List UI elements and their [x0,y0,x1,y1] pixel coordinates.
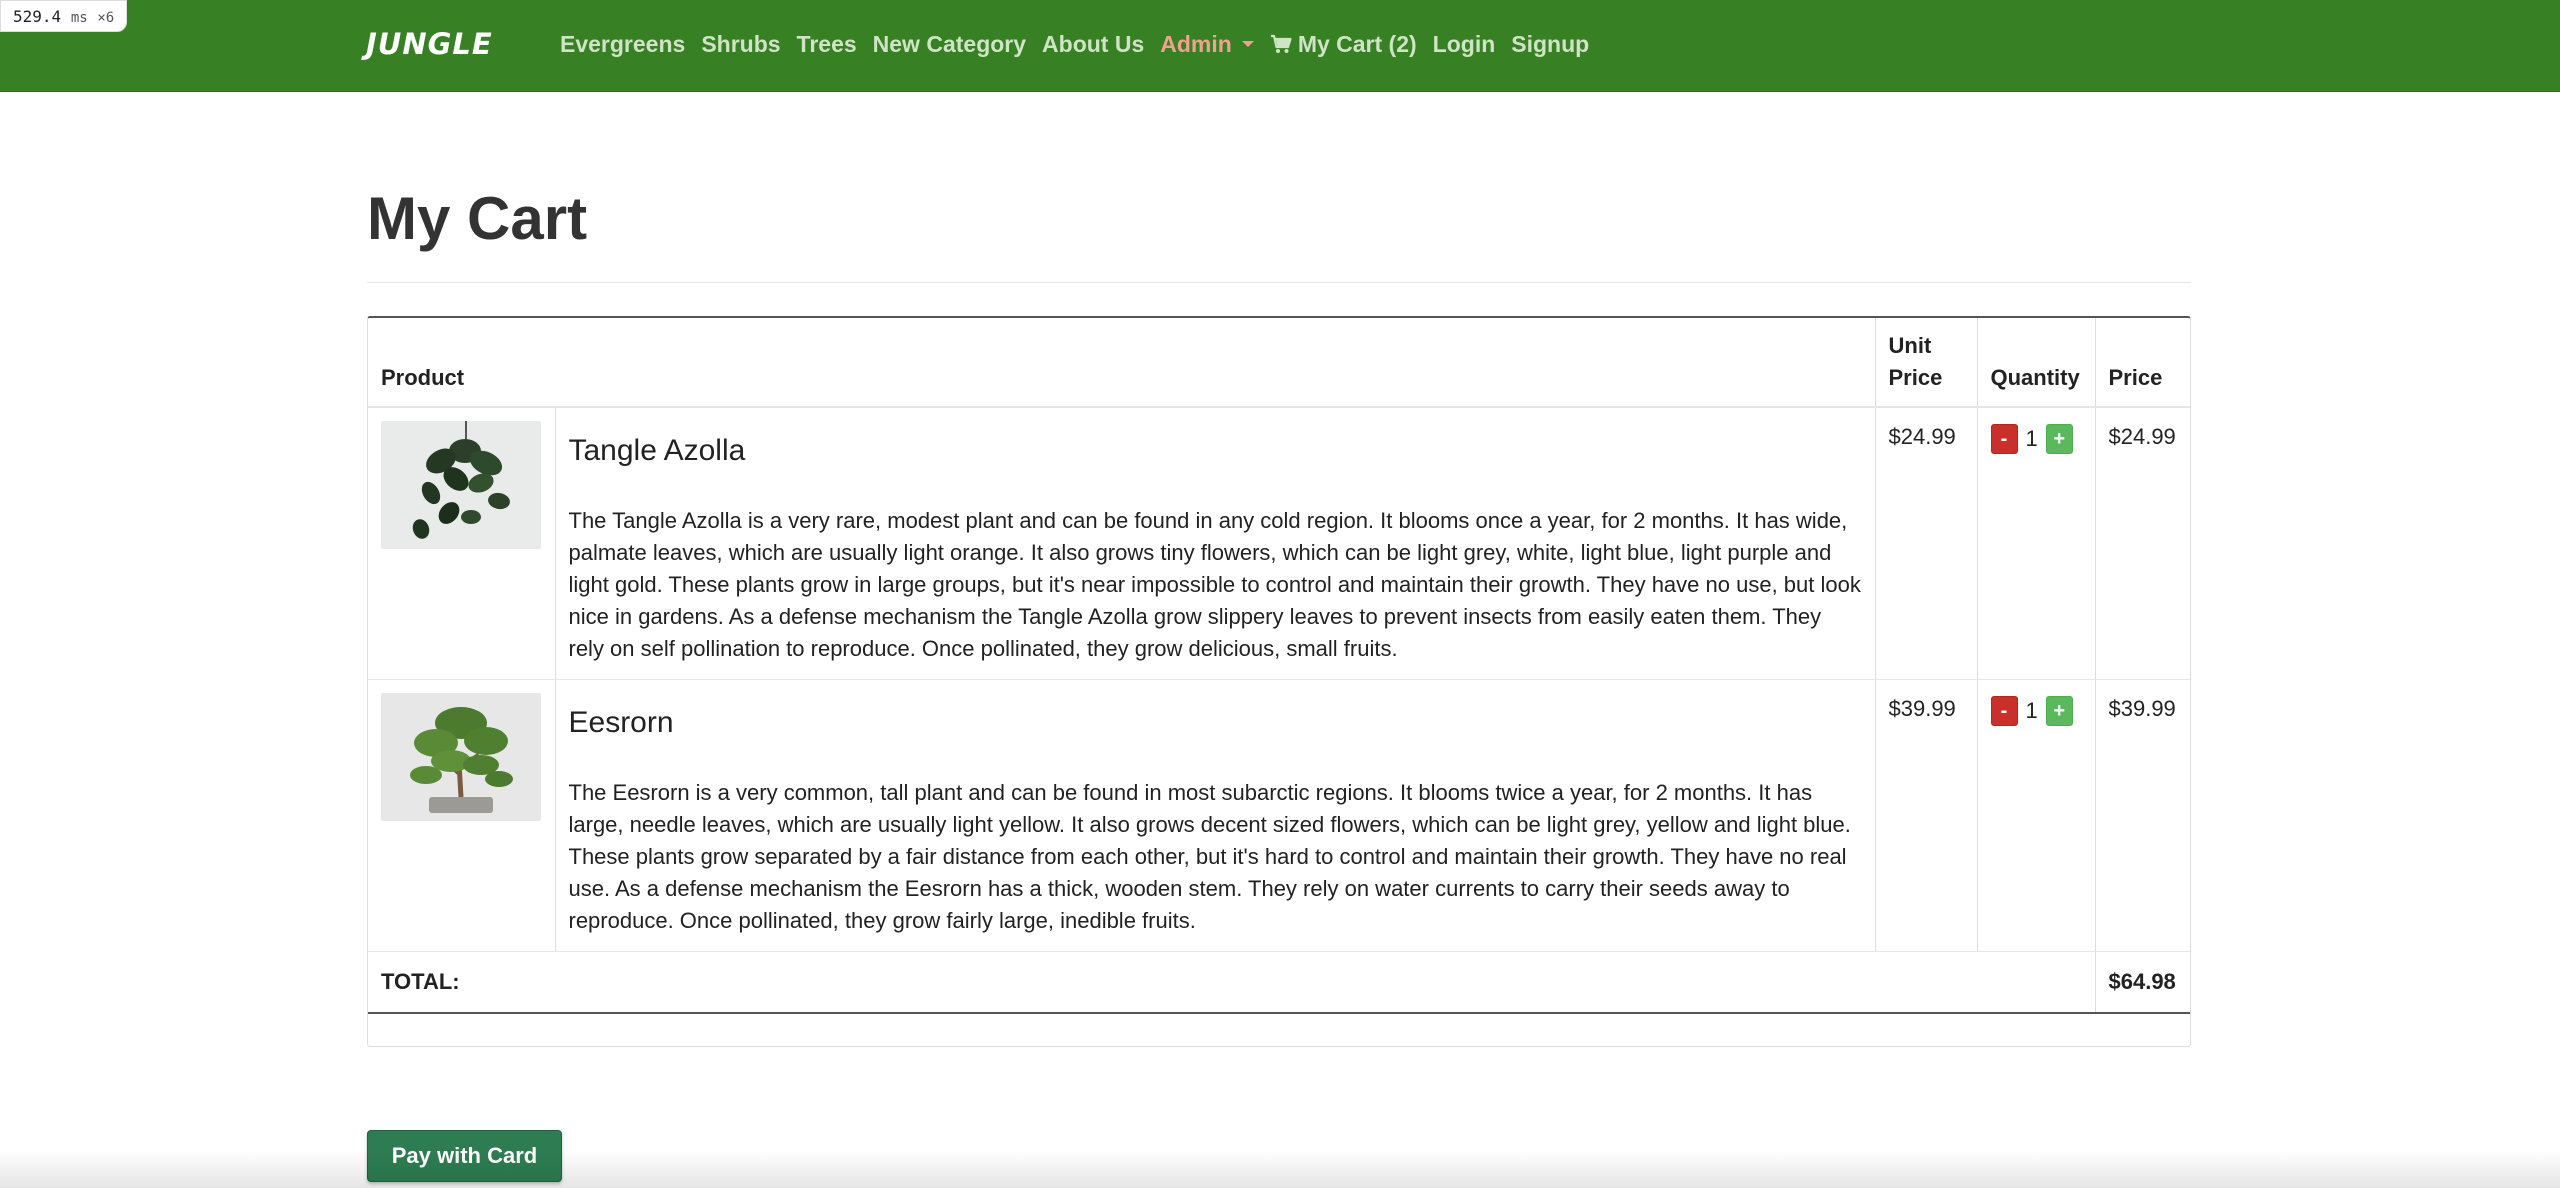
nav-login[interactable]: Login [1433,22,1496,66]
quantity-cell: - 1 + [1977,407,2096,680]
table-header-row: Product Unit Price Quantity Price [368,318,2190,408]
product-description: The Eesrorn is a very common, tall plant… [568,780,1851,933]
increase-quantity-button[interactable]: + [2045,696,2073,726]
quantity-stepper: - 1 + [1990,423,2082,455]
header-price: Price [2095,318,2190,408]
perf-unit: ms [70,10,88,26]
product-image-tangle-azolla[interactable] [381,421,541,549]
increase-quantity-button[interactable]: + [2045,424,2073,454]
product-thumb-cell [368,407,556,680]
nav-about-us[interactable]: About Us [1042,22,1144,66]
table-row: Eesrorn The Eesrorn is a very common, ta… [368,679,2190,952]
nav-signup[interactable]: Signup [1511,22,1589,66]
caret-down-icon [1241,41,1254,47]
brand-logo[interactable]: JUNGLE [366,22,493,66]
nav-admin-label: Admin [1160,31,1232,57]
header-unit-price: Unit Price [1875,318,1978,408]
cart-table: Product Unit Price Quantity Price Tangle… [368,318,2190,1014]
unit-price-cell: $24.99 [1875,407,1978,680]
nav-evergreens[interactable]: Evergreens [560,22,685,66]
product-info-cell: Eesrorn The Eesrorn is a very common, ta… [555,679,1876,952]
nav-trees[interactable]: Trees [797,22,857,66]
nav-links: Evergreens Shrubs Trees New Category Abo… [560,22,1605,66]
quantity-stepper: - 1 + [1990,695,2082,727]
perf-mult: ×6 [97,10,115,26]
product-name[interactable]: Eesrorn [569,703,1862,743]
bottom-shadow [0,1150,2560,1188]
top-navbar: JUNGLE Evergreens Shrubs Trees New Categ… [0,0,2560,92]
line-price-cell: $39.99 [2095,679,2190,952]
unit-price-cell: $39.99 [1875,679,1978,952]
nav-admin-dropdown[interactable]: Admin [1160,22,1254,66]
decrease-quantity-button[interactable]: - [1990,424,2018,454]
total-row: TOTAL: $64.98 [368,951,2190,1014]
quantity-value: 1 [2025,698,2038,723]
product-description: The Tangle Azolla is a very rare, modest… [568,508,1861,661]
product-info-cell: Tangle Azolla The Tangle Azolla is a ver… [555,407,1876,680]
product-name[interactable]: Tangle Azolla [569,431,1862,471]
header-product: Product [368,318,1876,408]
total-label: TOTAL: [368,951,2096,1014]
nav-new-category[interactable]: New Category [873,22,1026,66]
nav-cart-label: My Cart (2) [1297,31,1417,57]
total-value: $64.98 [2095,951,2190,1014]
page-title: My Cart [367,184,2191,283]
line-price-cell: $24.99 [2095,407,2190,680]
main-content: My Cart Product Unit Price Quantity Pric… [367,92,2191,1047]
product-thumb-cell [368,679,556,952]
table-row: Tangle Azolla The Tangle Azolla is a ver… [368,407,2190,680]
perf-badge: 529.4 ms ×6 [0,0,128,32]
cart-panel: Product Unit Price Quantity Price Tangle… [367,316,2191,1047]
nav-shrubs[interactable]: Shrubs [701,22,780,66]
nav-my-cart[interactable]: My Cart (2) [1270,22,1417,66]
header-quantity: Quantity [1977,318,2096,408]
quantity-cell: - 1 + [1977,679,2096,952]
quantity-value: 1 [2025,426,2038,451]
perf-value: 529.4 [13,7,62,26]
product-image-eesrorn[interactable] [381,693,541,821]
shopping-cart-icon [1270,34,1292,53]
decrease-quantity-button[interactable]: - [1990,696,2018,726]
